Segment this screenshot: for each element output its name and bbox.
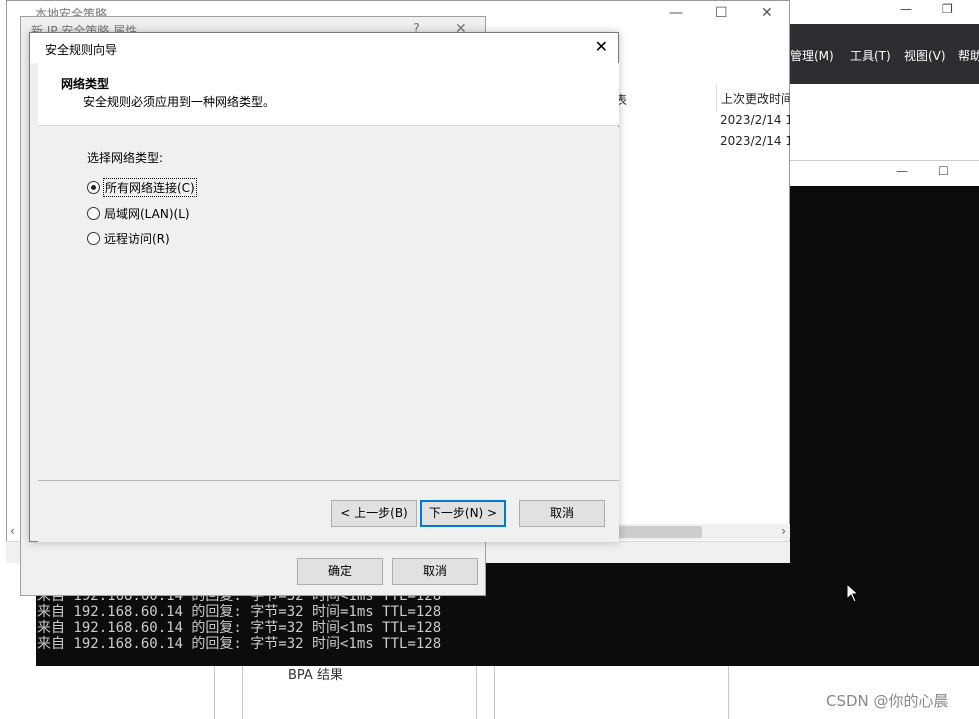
scroll-right-icon[interactable]: › [781,524,786,538]
wizard-heading: 网络类型 [61,77,110,91]
wizard-titlebar: 安全规则向导 ✕ [30,33,618,63]
cancel-button[interactable]: 取消 [392,558,478,585]
cmd-output: 来自 192.168.60.14 的回复: 字节=32 时间<1ms TTL=1… [37,588,597,656]
menu-help[interactable]: 帮助 [958,47,979,64]
horizontal-scrollbar[interactable]: › [618,524,790,540]
maximize-icon[interactable]: ☐ [938,164,949,178]
radio-all-network-connections[interactable]: 所有网络连接(C) [87,177,197,197]
wizard-body: 选择网络类型: 所有网络连接(C) 局域网(LAN)(L) 远程访问(R) [38,127,619,480]
minimize-icon[interactable]: — [669,5,683,21]
server-manager-menubar: 管理(M) 工具(T) 视图(V) 帮助 [790,24,979,84]
ok-button[interactable]: 确定 [297,558,383,585]
next-button[interactable]: 下一步(N) > [420,500,506,527]
server-manager-body [790,84,979,164]
menu-view[interactable]: 视图(V) [904,47,946,64]
cmd-titlebar: — ☐ [790,160,979,186]
close-icon[interactable]: ✕ [761,5,773,21]
scroll-left-icon[interactable]: ‹ [10,524,15,538]
close-icon[interactable]: ✕ [595,37,608,56]
network-type-prompt: 选择网络类型: [87,151,164,165]
scrollbar-thumb[interactable] [618,526,702,538]
cmd-line: 来自 192.168.60.14 的回复: 字节=32 时间<1ms TTL=1… [37,636,442,652]
mouse-cursor-icon [846,583,860,603]
column-header-last-modified[interactable]: 上次更改时间 [716,84,790,112]
radio-label[interactable]: 局域网(LAN)(L) [103,205,191,222]
minimize-icon[interactable]: — [896,164,908,178]
cmd-line: 来自 192.168.60.14 的回复: 字节=32 时间<1ms TTL=1… [37,620,442,636]
bpa-results-label[interactable]: BPA 结果 [288,664,343,683]
radio-label[interactable]: 所有网络连接(C) [103,177,197,197]
wizard-footer: < 上一步(B) 下一步(N) > 取消 [38,480,619,542]
maximize-icon[interactable]: ☐ [715,5,728,21]
radio-lan[interactable]: 局域网(LAN)(L) [87,204,191,222]
menu-manage[interactable]: 管理(M) [790,47,834,64]
cancel-button[interactable]: 取消 [519,500,605,527]
back-button[interactable]: < 上一步(B) [331,500,417,527]
radio-button[interactable] [87,231,100,245]
radio-button[interactable] [87,206,100,220]
wizard-header: 网络类型 安全规则必须应用到一种网络类型。 [38,63,619,126]
list-item[interactable]: 2023/2/14 1 [720,113,790,127]
wizard-title: 安全规则向导 [45,43,118,57]
watermark: CSDN @你的心晨 [826,692,949,710]
server-manager-titlebar: — ❐ [790,0,979,24]
radio-button-selected[interactable] [87,180,100,194]
restore-icon[interactable]: ❐ [942,2,953,16]
minimize-icon[interactable]: — [900,2,912,16]
menu-tools[interactable]: 工具(T) [850,47,891,64]
radio-label[interactable]: 远程访问(R) [103,230,171,247]
security-rule-wizard: 安全规则向导 ✕ 网络类型 安全规则必须应用到一种网络类型。 选择网络类型: 所… [29,32,619,542]
wizard-subheading: 安全规则必须应用到一种网络类型。 [83,95,276,109]
radio-remote-access[interactable]: 远程访问(R) [87,229,171,247]
list-item[interactable]: 2023/2/14 1 [720,134,790,148]
cmd-line: 来自 192.168.60.14 的回复: 字节=32 时间=1ms TTL=1… [37,604,442,620]
